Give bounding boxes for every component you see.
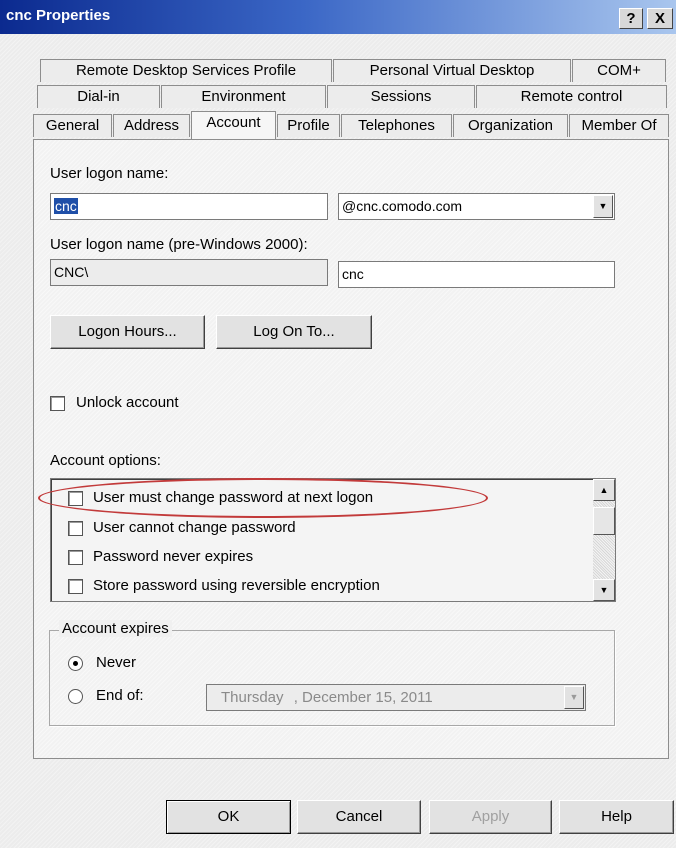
log-on-to-button[interactable]: Log On To... — [216, 315, 372, 349]
pre2000-domain-value: CNC\ — [54, 264, 89, 280]
logon-name-label: User logon name: — [50, 165, 169, 182]
date-dropdown-icon: ▼ — [564, 686, 584, 709]
option-checkbox-must-change[interactable] — [68, 491, 83, 506]
tab-com-plus[interactable]: COM+ — [572, 59, 666, 82]
unlock-account-label: Unlock account — [76, 394, 179, 411]
option-checkbox-never-expires[interactable] — [68, 550, 83, 565]
options-scrollbar[interactable]: ▲ ▼ — [593, 479, 615, 601]
option-label-reversible-encryption: Store password using reversible encrypti… — [93, 577, 380, 594]
tab-remote-control[interactable]: Remote control — [476, 85, 667, 108]
domain-combobox[interactable]: @cnc.comodo.com ▼ — [338, 193, 615, 220]
cancel-button[interactable]: Cancel — [297, 800, 421, 834]
logon-name-input[interactable]: cnc — [50, 193, 328, 220]
end-of-date-rest: , December 15, 2011 — [293, 689, 433, 706]
close-icon[interactable]: X — [647, 8, 673, 29]
account-options-label: Account options: — [50, 452, 161, 469]
option-checkbox-cannot-change[interactable] — [68, 521, 83, 536]
logon-hours-button[interactable]: Logon Hours... — [50, 315, 205, 349]
tab-sessions[interactable]: Sessions — [327, 85, 475, 108]
option-checkbox-reversible-encryption[interactable] — [68, 579, 83, 594]
tab-general[interactable]: General — [33, 114, 112, 137]
domain-value: @cnc.comodo.com — [342, 198, 463, 214]
help-icon[interactable]: ? — [619, 8, 643, 29]
tab-telephones[interactable]: Telephones — [341, 114, 452, 137]
title-bar: cnc Properties ? X — [0, 0, 676, 34]
tab-organization[interactable]: Organization — [453, 114, 568, 137]
window-title: cnc Properties — [6, 7, 111, 24]
help-button[interactable]: Help — [559, 800, 674, 834]
pre2000-name-value: cnc — [342, 266, 364, 282]
tab-member-of[interactable]: Member Of — [569, 114, 669, 137]
account-options-list[interactable]: User must change password at next logon … — [50, 478, 616, 602]
chevron-down-icon[interactable]: ▼ — [593, 195, 613, 218]
properties-dialog: cnc Properties ? X Remote Desktop Servic… — [0, 0, 676, 848]
scroll-down-icon[interactable]: ▼ — [593, 579, 615, 601]
tab-address[interactable]: Address — [113, 114, 190, 137]
ok-button[interactable]: OK — [166, 800, 291, 834]
tab-profile[interactable]: Profile — [277, 114, 340, 137]
logon-name-value: cnc — [54, 198, 78, 214]
account-expires-label: Account expires — [59, 620, 172, 637]
scroll-up-icon[interactable]: ▲ — [593, 479, 615, 501]
end-of-date-picker: Thursday , December 15, 2011 ▼ — [206, 684, 586, 711]
option-label-must-change: User must change password at next logon — [93, 489, 374, 506]
option-label-cannot-change: User cannot change password — [93, 519, 296, 536]
tab-environment[interactable]: Environment — [161, 85, 326, 108]
tab-account[interactable]: Account — [191, 111, 276, 139]
unlock-account-checkbox[interactable] — [50, 396, 65, 411]
pre2000-domain-field: CNC\ — [50, 259, 328, 286]
tab-dial-in[interactable]: Dial-in — [37, 85, 160, 108]
never-radio[interactable] — [68, 656, 83, 671]
tab-remote-desktop-services-profile[interactable]: Remote Desktop Services Profile — [40, 59, 332, 82]
end-of-date-day: Thursday — [221, 689, 284, 706]
scroll-thumb[interactable] — [593, 507, 615, 535]
radio-selected-dot — [73, 661, 78, 666]
pre2000-label: User logon name (pre-Windows 2000): — [50, 236, 308, 253]
end-of-radio[interactable] — [68, 689, 83, 704]
tab-personal-virtual-desktop[interactable]: Personal Virtual Desktop — [333, 59, 571, 82]
option-label-never-expires: Password never expires — [93, 548, 254, 565]
account-expires-group: Account expires Never End of: Thursday ,… — [49, 620, 615, 726]
end-of-label: End of: — [96, 687, 144, 704]
never-label: Never — [96, 654, 137, 671]
apply-button: Apply — [429, 800, 552, 834]
pre2000-name-input[interactable]: cnc — [338, 261, 615, 288]
